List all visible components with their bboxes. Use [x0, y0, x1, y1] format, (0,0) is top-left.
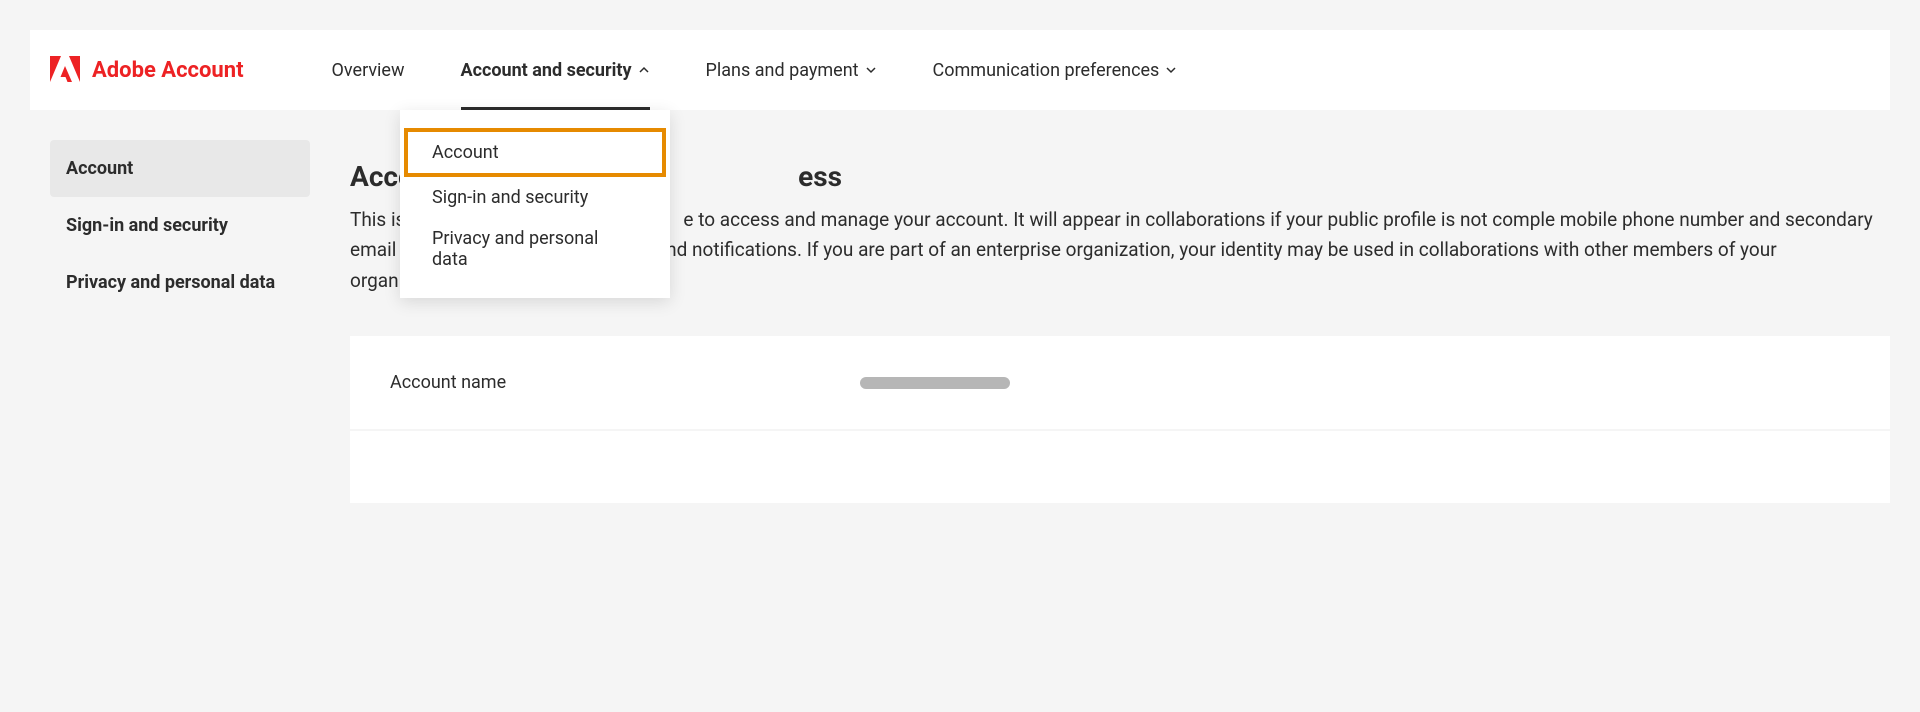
nav-label: Account and security [461, 60, 632, 81]
sidebar-item-label: Privacy and personal data [66, 272, 275, 293]
dropdown-item-signin[interactable]: Sign-in and security [400, 177, 670, 218]
nav-overview[interactable]: Overview [304, 30, 433, 110]
brand-text: Adobe Account [92, 58, 244, 83]
dropdown-item-label: Sign-in and security [432, 187, 588, 208]
sidebar-item-privacy[interactable]: Privacy and personal data [50, 254, 310, 311]
adobe-logo-icon [50, 56, 80, 84]
brand-container[interactable]: Adobe Account [50, 56, 244, 84]
chevron-up-icon [638, 64, 650, 76]
nav-account-security[interactable]: Account and security [433, 30, 678, 110]
nav-label: Plans and payment [706, 60, 859, 81]
top-nav: Overview Account and security Plans and … [304, 30, 1206, 110]
chevron-down-icon [865, 64, 877, 76]
card-row-empty [350, 431, 1890, 503]
card-label-account-name: Account name [390, 372, 860, 393]
sidebar-item-label: Account [66, 158, 133, 179]
nav-communication[interactable]: Communication preferences [905, 30, 1206, 110]
chevron-down-icon [1165, 64, 1177, 76]
nav-label: Overview [332, 60, 405, 81]
account-security-dropdown: Account Sign-in and security Privacy and… [400, 110, 670, 298]
sidebar-item-label: Sign-in and security [66, 215, 228, 236]
sidebar-item-account[interactable]: Account [50, 140, 310, 197]
account-name-card: Account name [350, 336, 1890, 429]
dropdown-item-privacy[interactable]: Privacy and personal data [400, 218, 670, 280]
sidebar: Account Sign-in and security Privacy and… [30, 110, 310, 503]
dropdown-item-account[interactable]: Account [404, 128, 666, 177]
redacted-account-name [860, 377, 1010, 389]
nav-plans-payment[interactable]: Plans and payment [678, 30, 905, 110]
sidebar-item-signin[interactable]: Sign-in and security [50, 197, 310, 254]
nav-label: Communication preferences [933, 60, 1160, 81]
dropdown-item-label: Privacy and personal data [432, 228, 598, 270]
content-area: Account Sign-in and security Privacy and… [30, 110, 1890, 503]
dropdown-item-label: Account [432, 142, 499, 163]
header: Adobe Account Overview Account and secur… [30, 30, 1890, 110]
